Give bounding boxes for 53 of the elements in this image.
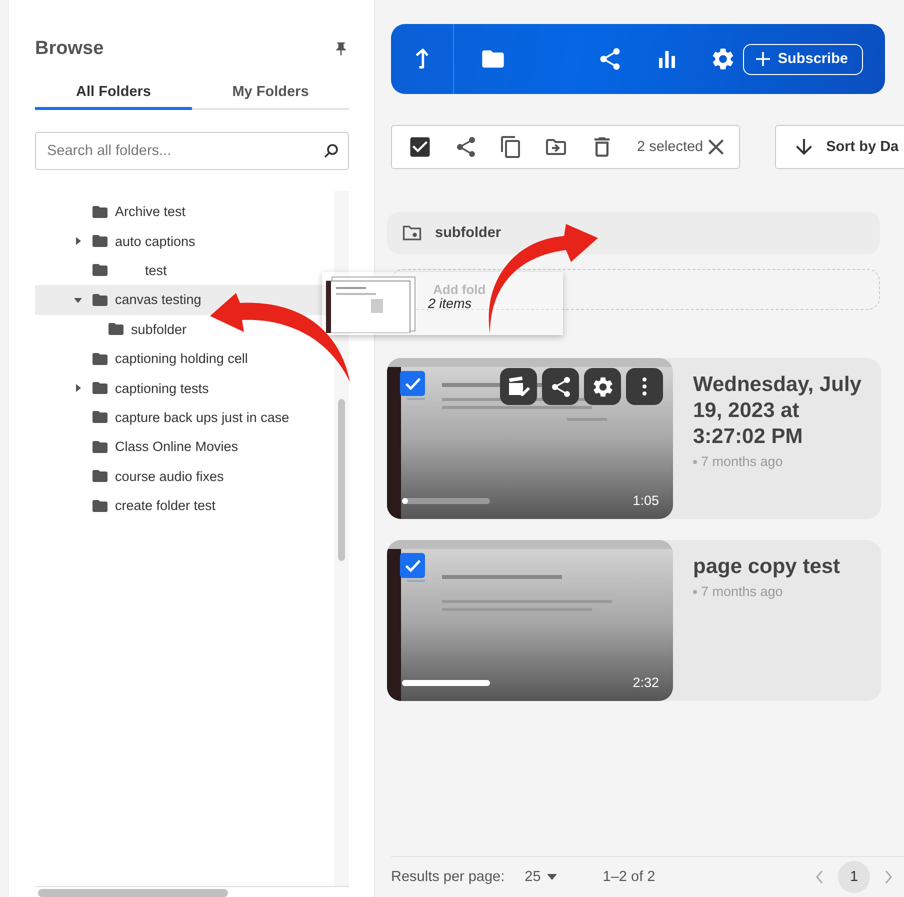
per-page-dropdown[interactable]: 25 — [524, 869, 557, 885]
search-input[interactable]: Search all folders... — [45, 142, 322, 160]
folder-name[interactable]: Archive test — [115, 204, 186, 220]
copy-icon — [499, 135, 523, 159]
sort-button[interactable]: Sort by Da — [775, 125, 904, 169]
folder-name[interactable]: canvas testing — [115, 292, 202, 308]
folder-name[interactable]: captioning holding cell — [115, 351, 248, 366]
panel-title: Browse — [35, 38, 104, 60]
settings-icon — [590, 374, 614, 398]
search-icon[interactable] — [322, 142, 340, 160]
folder-row[interactable]: subfolder — [387, 212, 880, 254]
video-age: 7 months ago — [701, 584, 783, 599]
video-age: 7 months ago — [701, 454, 783, 469]
caret-right-icon[interactable] — [73, 236, 83, 246]
settings-button[interactable] — [584, 368, 621, 405]
scrollbar-thumb[interactable] — [338, 399, 345, 561]
bar-chart-icon[interactable] — [657, 49, 678, 69]
video-card[interactable]: 1:05 Wednesday, July 19, 2023 at 3:27:02 PM 7 months ago — [387, 358, 881, 519]
clapperboard-pencil-icon — [506, 374, 530, 398]
results-per-page-label: Results per page: — [391, 869, 505, 885]
folder-name[interactable]: course audio fixes — [115, 468, 224, 484]
folder-name: subfolder — [435, 225, 502, 241]
plus-icon — [756, 52, 770, 66]
folder-name[interactable]: capture back ups just in case — [115, 410, 290, 425]
edit-button[interactable] — [500, 368, 537, 405]
video-title[interactable]: Wednesday, July 19, 2023 at 3:27:02 PM — [693, 372, 863, 450]
folder-name[interactable]: captioning tests — [115, 380, 209, 396]
checkbox[interactable] — [400, 553, 425, 578]
scrollbar-thumb[interactable] — [38, 889, 228, 897]
folder-name[interactable]: Class Online Movies — [115, 439, 238, 454]
folder-tab[interactable]: All Folders — [35, 80, 192, 110]
checkbox[interactable] — [400, 371, 425, 396]
share-icon — [454, 135, 478, 159]
folder-name[interactable]: auto captions — [115, 234, 196, 249]
video-title[interactable]: page copy test — [693, 554, 840, 580]
page-button[interactable]: 1 — [838, 861, 870, 893]
search-field[interactable]: Search all folders... — [35, 132, 349, 170]
video-duration: 2:32 — [632, 675, 659, 690]
more-button[interactable] — [626, 368, 663, 405]
share-button[interactable] — [542, 368, 579, 405]
selected-count: 2 selected — [637, 139, 704, 155]
folder-tab[interactable]: My Folders — [192, 80, 349, 110]
video-duration: 1:05 — [632, 493, 659, 508]
folder-name[interactable]: create folder test — [115, 498, 216, 514]
video-card[interactable]: 2:32 page copy test 7 months ago — [387, 540, 881, 701]
subscribe-button[interactable]: Subscribe — [742, 44, 863, 74]
drag-item-count: 2 items — [428, 296, 472, 311]
folder-name[interactable]: test — [115, 262, 167, 278]
result-range: 1–2 of 2 — [602, 869, 656, 885]
caret-down-icon — [546, 874, 557, 880]
folder-name[interactable]: subfolder — [131, 322, 187, 337]
more-icon — [642, 377, 647, 396]
caret-right-icon[interactable] — [73, 383, 83, 394]
